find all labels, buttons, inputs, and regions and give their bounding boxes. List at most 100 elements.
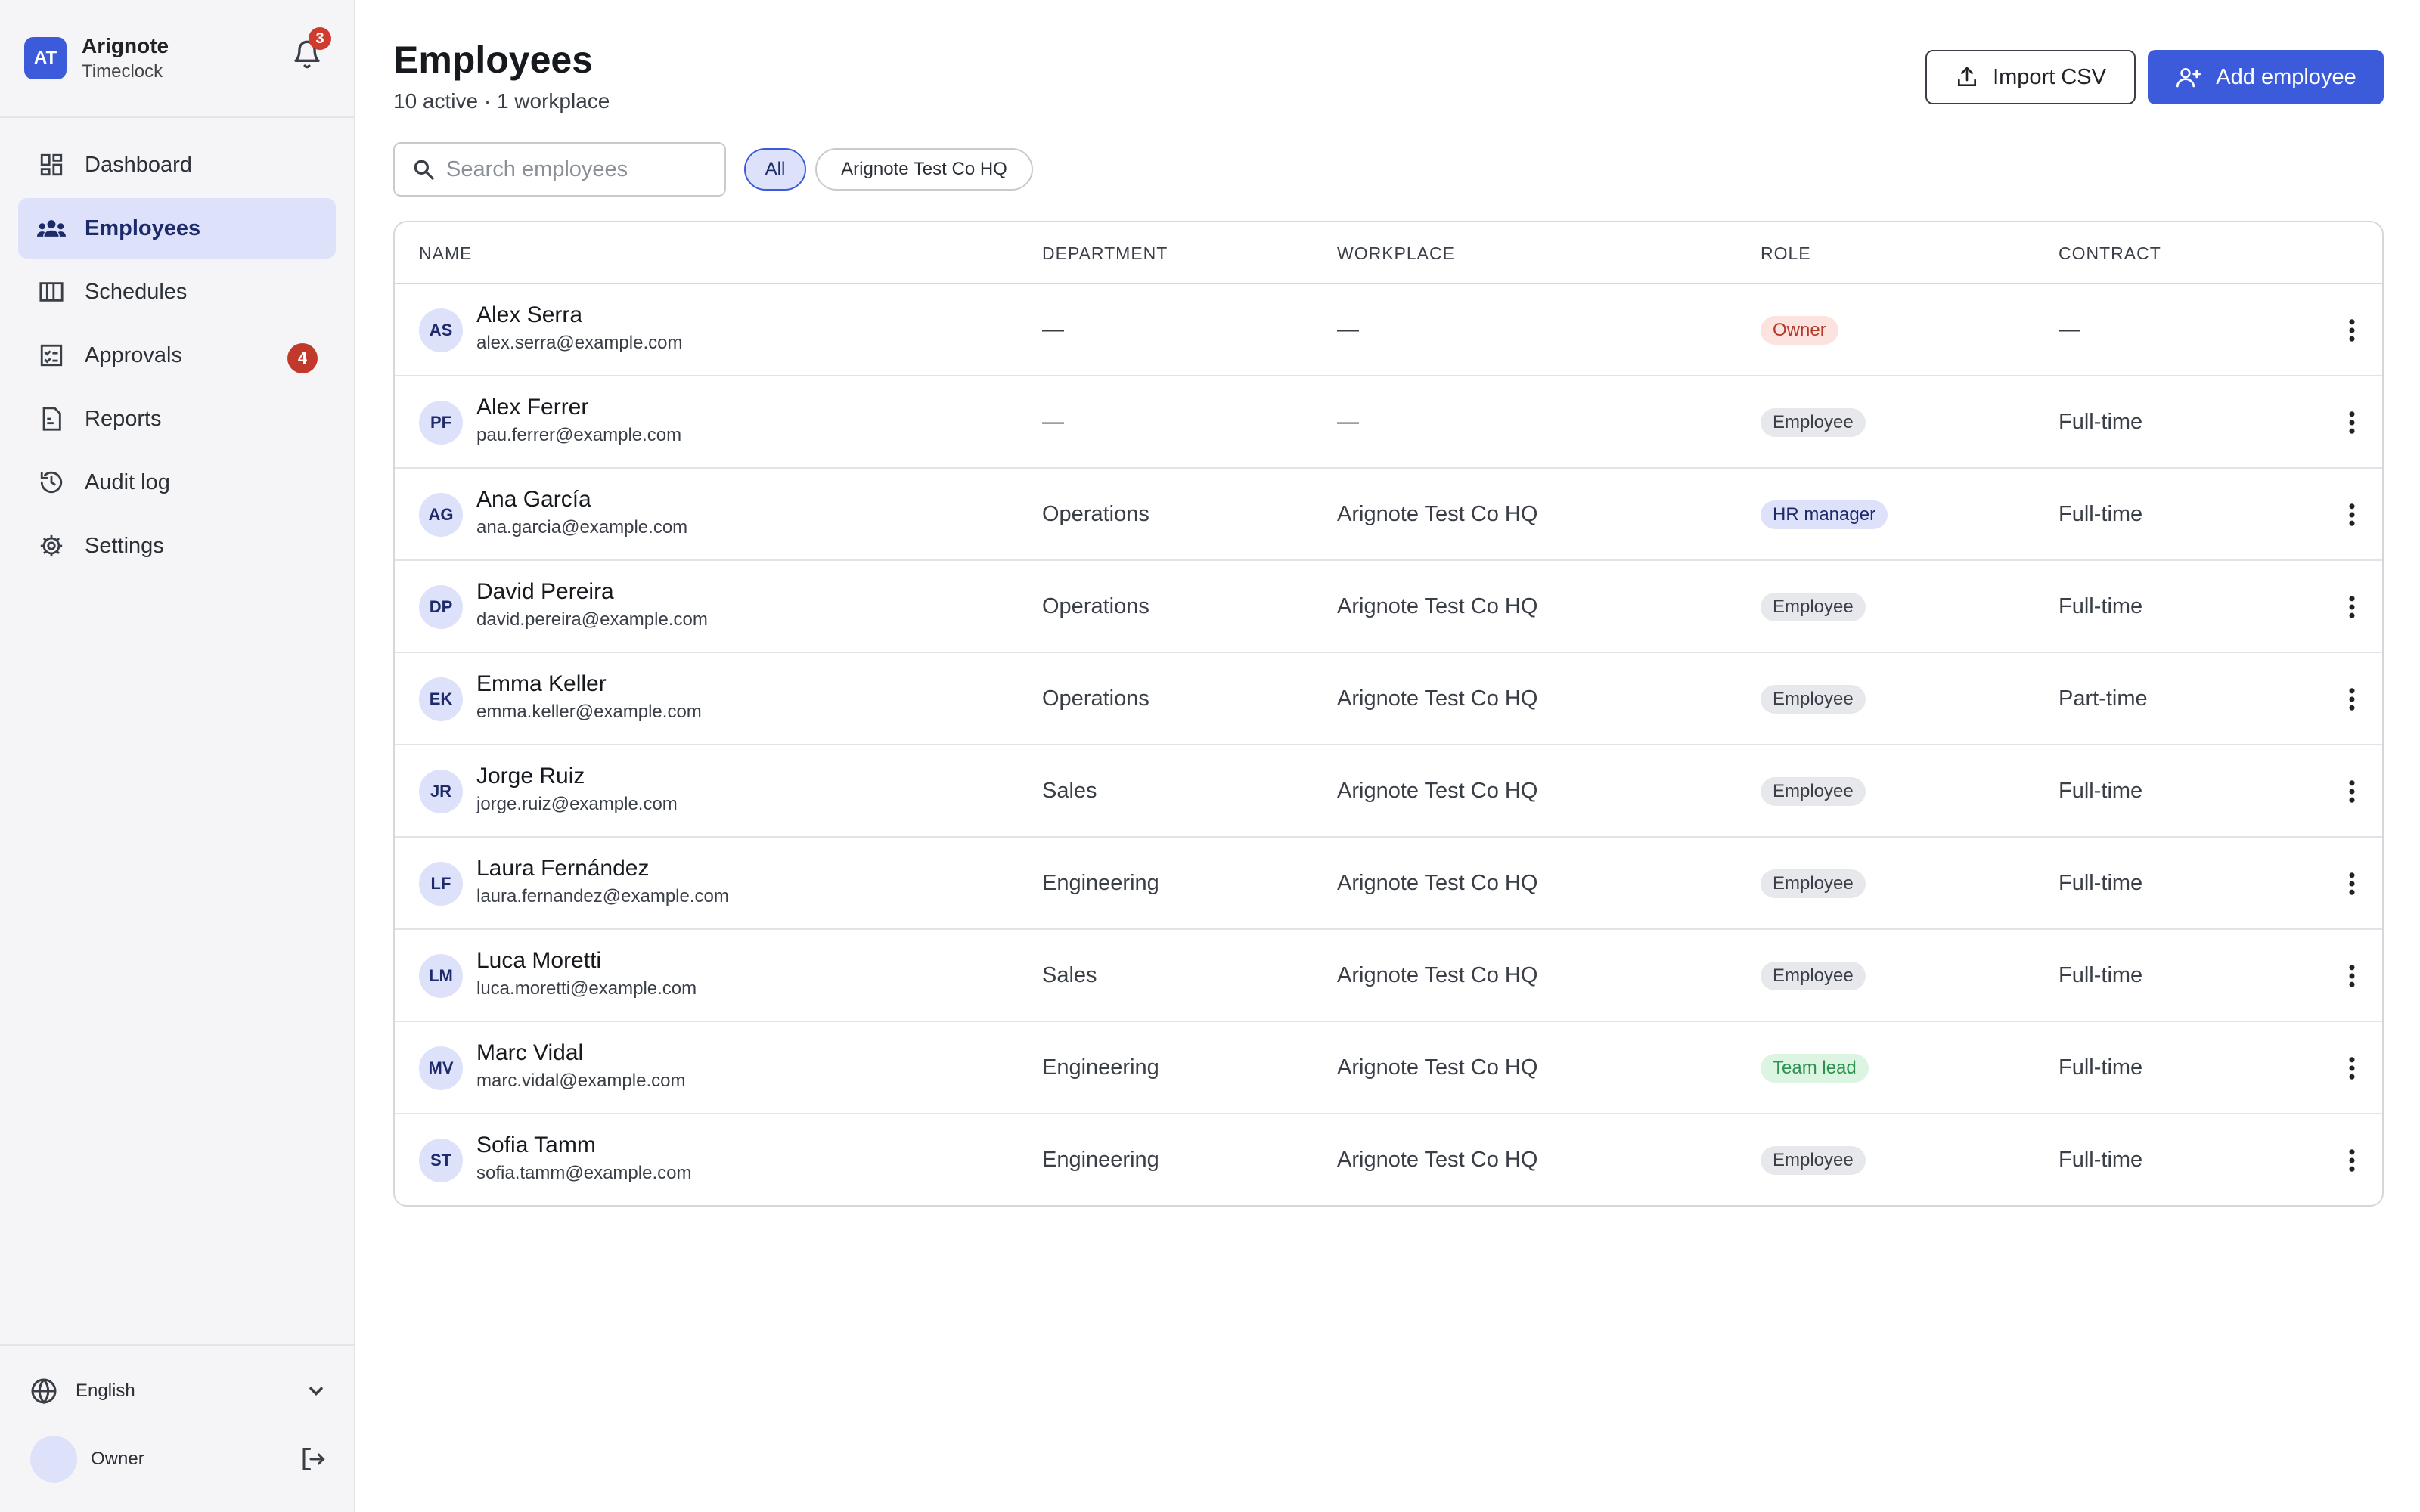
role-badge: Employee — [1761, 1146, 1866, 1175]
more-options-icon[interactable] — [2338, 590, 2366, 624]
more-options-icon[interactable] — [2338, 497, 2366, 532]
employee-workplace: Arignote Test Co HQ — [1337, 963, 1538, 987]
notification-count-badge: 3 — [309, 27, 331, 50]
employees-table: NAME DEPARTMENT WORKPLACE ROLE CONTRACT … — [393, 221, 2384, 1207]
checklist-icon — [36, 340, 67, 370]
employee-contract: Part-time — [2059, 686, 2148, 711]
more-options-icon[interactable] — [2338, 774, 2366, 809]
filter-chip-workplace[interactable]: Arignote Test Co HQ — [815, 148, 1033, 191]
column-header-role[interactable]: ROLE — [1761, 243, 1811, 264]
sidebar-item-dashboard[interactable]: Dashboard — [18, 135, 336, 195]
user-role-label: Owner — [91, 1448, 144, 1469]
employee-department: — — [1042, 318, 1064, 342]
employee-name[interactable]: Alex Serra — [476, 302, 582, 328]
table-row[interactable]: AG Ana García ana.garcia@example.com Ope… — [395, 469, 2382, 561]
employee-avatar: LF — [419, 862, 463, 906]
employee-workplace: — — [1337, 410, 1359, 434]
table-row[interactable]: MV Marc Vidal marc.vidal@example.com Eng… — [395, 1022, 2382, 1114]
role-badge: Team lead — [1761, 1054, 1869, 1083]
table-row[interactable]: ST Sofia Tamm sofia.tamm@example.com Eng… — [395, 1114, 2382, 1205]
employee-department: Operations — [1042, 594, 1150, 618]
employee-workplace: Arignote Test Co HQ — [1337, 871, 1538, 895]
employee-contract: Full-time — [2059, 1148, 2143, 1172]
import-csv-label: Import CSV — [1993, 64, 2106, 89]
employee-avatar: AG — [419, 493, 463, 537]
search-field[interactable] — [393, 142, 726, 197]
table-row[interactable]: AS Alex Serra alex.serra@example.com — —… — [395, 284, 2382, 376]
column-header-contract[interactable]: CONTRACT — [2059, 243, 2161, 264]
employee-workplace: — — [1337, 318, 1359, 342]
employee-name[interactable]: Marc Vidal — [476, 1040, 583, 1066]
column-header-name[interactable]: NAME — [419, 243, 472, 264]
search-input[interactable] — [446, 156, 718, 182]
table-row[interactable]: LM Luca Moretti luca.moretti@example.com… — [395, 930, 2382, 1022]
more-options-icon[interactable] — [2338, 313, 2366, 348]
table-row[interactable]: DP David Pereira david.pereira@example.c… — [395, 561, 2382, 653]
brand-text: Arignote Timeclock — [82, 34, 169, 82]
sidebar-item-label: Approvals — [85, 342, 182, 367]
sidebar-item-reports[interactable]: Reports — [18, 389, 336, 449]
employee-avatar: PF — [419, 401, 463, 445]
employee-name[interactable]: Laura Fernández — [476, 856, 650, 881]
sidebar-item-label: Reports — [85, 406, 162, 431]
sidebar-item-label: Schedules — [85, 279, 188, 304]
table-header: NAME DEPARTMENT WORKPLACE ROLE CONTRACT — [395, 222, 2382, 284]
column-header-workplace[interactable]: WORKPLACE — [1337, 243, 1455, 264]
employee-name[interactable]: Luca Moretti — [476, 948, 601, 974]
employee-email: laura.fernandez@example.com — [476, 886, 729, 906]
search-icon — [411, 157, 436, 181]
employee-contract: — — [2059, 318, 2080, 342]
employee-contract: Full-time — [2059, 779, 2143, 803]
add-employee-button[interactable]: Add employee — [2148, 50, 2384, 104]
employee-department: Sales — [1042, 963, 1097, 987]
role-badge: Employee — [1761, 593, 1866, 621]
employee-avatar: LM — [419, 954, 463, 998]
employee-name[interactable]: David Pereira — [476, 579, 614, 605]
more-options-icon[interactable] — [2338, 1143, 2366, 1178]
logout-icon[interactable] — [299, 1445, 327, 1478]
role-badge: Employee — [1761, 869, 1866, 898]
more-options-icon[interactable] — [2338, 405, 2366, 440]
import-csv-button[interactable]: Import CSV — [1925, 50, 2136, 104]
dashboard-icon — [36, 150, 67, 180]
table-row[interactable]: LF Laura Fernández laura.fernandez@examp… — [395, 838, 2382, 930]
employee-workplace: Arignote Test Co HQ — [1337, 502, 1538, 526]
table-row[interactable]: PF Alex Ferrer pau.ferrer@example.com — … — [395, 376, 2382, 469]
employee-department: Engineering — [1042, 1148, 1159, 1172]
column-header-department[interactable]: DEPARTMENT — [1042, 243, 1168, 264]
employee-name[interactable]: Emma Keller — [476, 671, 607, 697]
brand-product: Timeclock — [82, 61, 163, 82]
employee-contract: Full-time — [2059, 594, 2143, 618]
employee-name[interactable]: Alex Ferrer — [476, 395, 588, 420]
page-subtitle: 10 active · 1 workplace — [393, 89, 610, 113]
table-body: AS Alex Serra alex.serra@example.com — —… — [395, 284, 2382, 1205]
more-options-icon[interactable] — [2338, 682, 2366, 717]
employee-department: — — [1042, 410, 1064, 434]
employee-workplace: Arignote Test Co HQ — [1337, 686, 1538, 711]
employee-name[interactable]: Ana García — [476, 487, 591, 513]
employee-name[interactable]: Sofia Tamm — [476, 1132, 596, 1158]
sidebar-item-employees[interactable]: Employees — [18, 198, 336, 259]
globe-icon — [30, 1377, 57, 1405]
language-selector[interactable]: English — [30, 1374, 327, 1408]
employee-name[interactable]: Jorge Ruiz — [476, 764, 585, 789]
employee-avatar: AS — [419, 308, 463, 352]
brand-name: Arignote — [82, 34, 169, 57]
filter-chip-all[interactable]: All — [744, 148, 806, 191]
more-options-icon[interactable] — [2338, 1051, 2366, 1086]
table-row[interactable]: EK Emma Keller emma.keller@example.com O… — [395, 653, 2382, 745]
table-row[interactable]: JR Jorge Ruiz jorge.ruiz@example.com Sal… — [395, 745, 2382, 838]
calendar-grid-icon — [36, 277, 67, 307]
employee-department: Operations — [1042, 686, 1150, 711]
employee-department: Sales — [1042, 779, 1097, 803]
more-options-icon[interactable] — [2338, 959, 2366, 993]
employee-workplace: Arignote Test Co HQ — [1337, 779, 1538, 803]
sidebar-item-schedules[interactable]: Schedules — [18, 262, 336, 322]
employee-department: Operations — [1042, 502, 1150, 526]
sidebar-item-settings[interactable]: Settings — [18, 516, 336, 576]
more-options-icon[interactable] — [2338, 866, 2366, 901]
sidebar-item-approvals[interactable]: Approvals 4 — [18, 325, 336, 386]
employee-email: jorge.ruiz@example.com — [476, 794, 678, 814]
sidebar-item-audit-log[interactable]: Audit log — [18, 452, 336, 513]
add-employee-label: Add employee — [2216, 64, 2356, 89]
